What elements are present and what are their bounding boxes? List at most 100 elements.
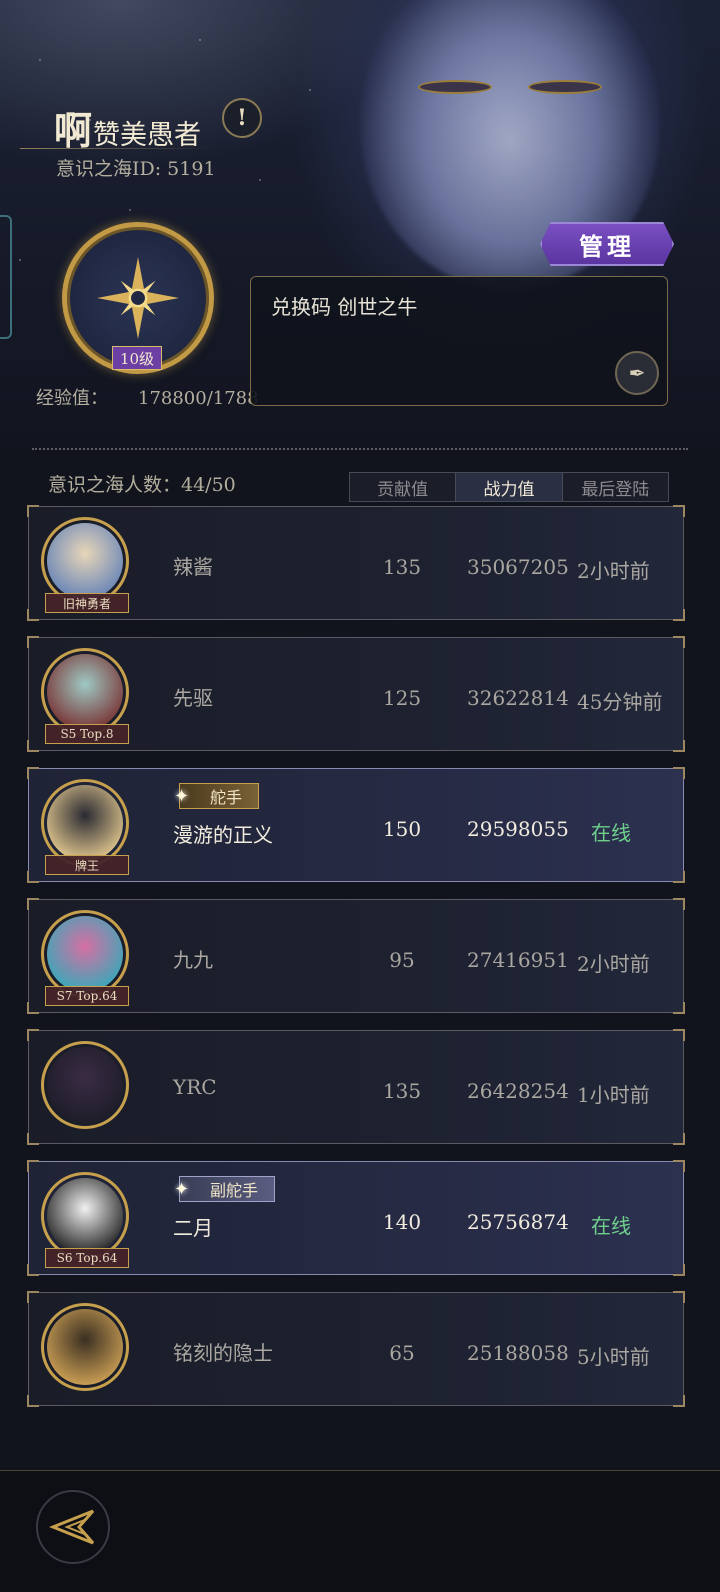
exp-display: 经验值： 178800/17880 (36, 384, 258, 410)
member-avatar[interactable]: 旧神勇者 (33, 515, 137, 613)
exp-value: 178800/17880 (138, 388, 258, 409)
alert-glyph: ! (237, 105, 247, 131)
member-row[interactable]: S5 Top.8 先驱 125 32622814 45分钟前 (27, 636, 685, 752)
avatar-title-tag: S6 Top.64 (45, 1248, 129, 1268)
sparkle-icon: ✦ (174, 1179, 190, 1200)
avatar-frame (41, 1303, 129, 1391)
member-power: 25188058 (467, 1341, 569, 1365)
sea-name-first: 啊 (54, 108, 94, 153)
tab-last-login[interactable]: 最后登陆 (563, 473, 668, 501)
member-last-login: 在线 (591, 821, 631, 845)
member-contribution: 140 (382, 1210, 422, 1234)
member-avatar[interactable]: 牌王 (33, 777, 137, 875)
member-name: 二月 (173, 1216, 213, 1240)
compass-star-icon (97, 257, 179, 339)
member-count: 意识之海人数：44/50 (48, 474, 236, 496)
member-power: 27416951 (467, 948, 569, 972)
row-corner (673, 636, 685, 648)
member-contribution: 95 (389, 948, 415, 972)
member-contribution: 65 (389, 1341, 415, 1365)
avatar-title-tag: S5 Top.8 (45, 724, 129, 744)
notice-board: 兑换码 创世之牛 ✒ (250, 276, 668, 406)
avatar-title-tag: S7 Top.64 (45, 986, 129, 1006)
member-name: 铭刻的隐士 (173, 1341, 273, 1365)
row-corner (673, 1395, 685, 1407)
row-corner (673, 1029, 685, 1041)
role-label: 舵手 (210, 788, 243, 807)
member-power: 32622814 (467, 686, 569, 710)
member-contribution: 125 (382, 686, 422, 710)
row-corner (673, 767, 685, 779)
member-name: 漫游的正义 (173, 823, 273, 847)
section-divider (32, 448, 688, 450)
row-corner (673, 871, 685, 883)
member-row[interactable]: 铭刻的隐士 65 25188058 5小时前 (27, 1291, 685, 1407)
banner-eye-right (530, 82, 600, 92)
member-name: 辣酱 (173, 555, 213, 579)
sea-name: 啊赞美愚者 (54, 100, 201, 155)
member-role-badge: ✦ 舵手 (174, 783, 260, 809)
row-corner (673, 1160, 685, 1172)
member-power: 26428254 (467, 1079, 569, 1103)
member-power: 25756874 (467, 1210, 569, 1234)
exp-label: 经验值： (36, 388, 108, 409)
tab-contribution[interactable]: 贡献值 (350, 473, 457, 501)
member-role-badge: ✦ 副舵手 (174, 1176, 276, 1202)
member-last-login: 2小时前 (577, 952, 650, 976)
back-button[interactable] (36, 1490, 110, 1564)
row-corner (673, 898, 685, 910)
member-row[interactable]: 旧神勇者 辣酱 135 35067205 2小时前 (27, 505, 685, 621)
row-corner (673, 1133, 685, 1145)
notice-text: 兑换码 创世之牛 (271, 295, 418, 319)
row-corner (673, 1264, 685, 1276)
tab-power[interactable]: 战力值 (456, 473, 563, 501)
banner-eye-left (420, 82, 490, 92)
sea-id-label: 意识之海ID: 5191 (56, 158, 216, 180)
member-power: 35067205 (467, 555, 569, 579)
avatar-title-tag: 旧神勇者 (45, 593, 129, 613)
avatar-frame (41, 1041, 129, 1129)
member-last-login: 1小时前 (577, 1083, 650, 1107)
member-name: YRC (173, 1075, 217, 1099)
member-row[interactable]: S7 Top.64 九九 95 27416951 2小时前 (27, 898, 685, 1014)
member-name: 先驱 (173, 686, 213, 710)
avatar-frame (41, 648, 129, 736)
row-corner (673, 740, 685, 752)
edit-quill-icon[interactable]: ✒ (615, 351, 659, 395)
member-power: 29598055 (467, 817, 569, 841)
avatar-frame (41, 1172, 129, 1260)
avatar-frame (41, 517, 129, 605)
member-row[interactable]: YRC 135 26428254 1小时前 (27, 1029, 685, 1145)
member-last-login: 2小时前 (577, 559, 650, 583)
member-avatar[interactable] (33, 1301, 137, 1399)
avatar-frame (41, 779, 129, 867)
role-label: 副舵手 (210, 1181, 259, 1200)
member-avatar[interactable] (33, 1039, 137, 1137)
avatar-title-tag: 牌王 (45, 855, 129, 875)
member-avatar[interactable]: S6 Top.64 (33, 1170, 137, 1268)
member-row[interactable]: 牌王 ✦ 舵手 漫游的正义 150 29598055 在线 (27, 767, 685, 883)
member-name: 九九 (173, 948, 213, 972)
row-corner (673, 1002, 685, 1014)
level-badge: 10级 (112, 346, 162, 370)
member-contribution: 135 (382, 1079, 422, 1103)
sea-name-rest: 赞美愚者 (93, 120, 202, 151)
row-corner (673, 505, 685, 517)
member-row[interactable]: S6 Top.64 ✦ 副舵手 二月 140 25756874 在线 (27, 1160, 685, 1276)
member-avatar[interactable]: S5 Top.8 (33, 646, 137, 744)
member-avatar[interactable]: S7 Top.64 (33, 908, 137, 1006)
row-corner (673, 609, 685, 621)
avatar-frame (41, 910, 129, 998)
back-arrow-icon (48, 1509, 95, 1545)
member-contribution: 135 (382, 555, 422, 579)
member-contribution: 150 (382, 817, 422, 841)
info-alert-icon[interactable]: ! (222, 98, 262, 138)
member-last-login: 在线 (591, 1214, 631, 1238)
manage-button[interactable]: 管理 (540, 222, 674, 266)
member-last-login: 5小时前 (577, 1345, 650, 1369)
side-drawer-handle[interactable] (0, 215, 12, 339)
sparkle-icon: ✦ (174, 786, 190, 807)
member-last-login: 45分钟前 (577, 690, 663, 714)
sort-tabs: 贡献值 战力值 最后登陆 (349, 472, 669, 502)
row-corner (673, 1291, 685, 1303)
